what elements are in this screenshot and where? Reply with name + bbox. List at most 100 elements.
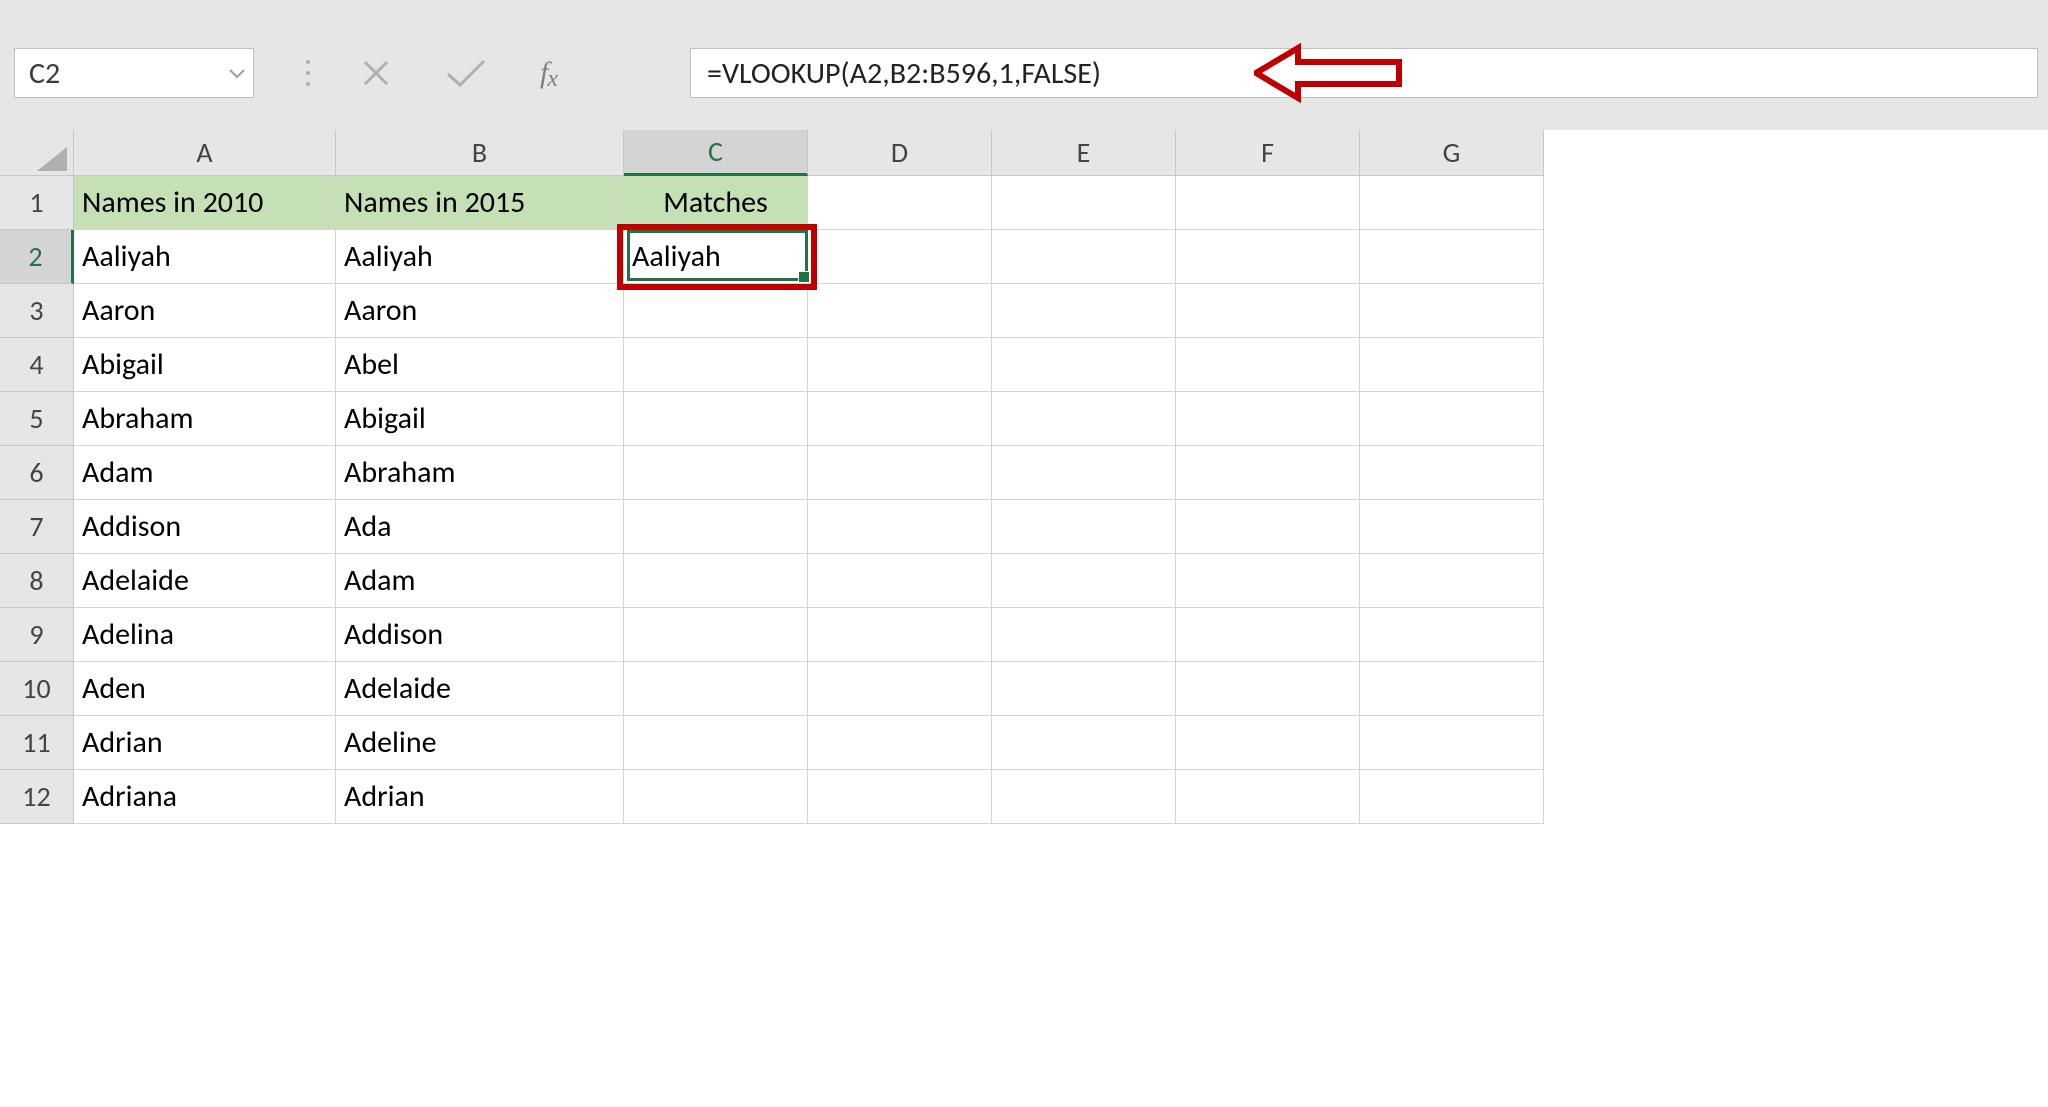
cell-A11[interactable]: Adrian <box>74 716 336 770</box>
cell-E10[interactable] <box>992 662 1176 716</box>
cell-A1[interactable]: Names in 2010 <box>74 176 336 230</box>
cell-F5[interactable] <box>1176 392 1360 446</box>
cell-E12[interactable] <box>992 770 1176 824</box>
cell-G11[interactable] <box>1360 716 1544 770</box>
cell-C7[interactable] <box>624 500 808 554</box>
cell-A6[interactable]: Adam <box>74 446 336 500</box>
cell-A7[interactable]: Addison <box>74 500 336 554</box>
cell-B7[interactable]: Ada <box>336 500 624 554</box>
cell-F9[interactable] <box>1176 608 1360 662</box>
cell-E7[interactable] <box>992 500 1176 554</box>
cell-D5[interactable] <box>808 392 992 446</box>
cell-E3[interactable] <box>992 284 1176 338</box>
cell-G1[interactable] <box>1360 176 1544 230</box>
cell-D11[interactable] <box>808 716 992 770</box>
cell-G12[interactable] <box>1360 770 1544 824</box>
cell-G7[interactable] <box>1360 500 1544 554</box>
cell-G6[interactable] <box>1360 446 1544 500</box>
cell-A9[interactable]: Adelina <box>74 608 336 662</box>
cell-D12[interactable] <box>808 770 992 824</box>
col-header-B[interactable]: B <box>336 130 624 176</box>
cell-D10[interactable] <box>808 662 992 716</box>
cell-B1[interactable]: Names in 2015 <box>336 176 624 230</box>
cell-A12[interactable]: Adriana <box>74 770 336 824</box>
name-box[interactable]: C2 <box>14 48 254 98</box>
cell-B8[interactable]: Adam <box>336 554 624 608</box>
row-header-4[interactable]: 4 <box>0 338 74 392</box>
cell-C10[interactable] <box>624 662 808 716</box>
col-header-G[interactable]: G <box>1360 130 1544 176</box>
cell-C1[interactable]: Matches <box>624 176 808 230</box>
cell-G3[interactable] <box>1360 284 1544 338</box>
cell-E11[interactable] <box>992 716 1176 770</box>
cell-B6[interactable]: Abraham <box>336 446 624 500</box>
cell-A3[interactable]: Aaron <box>74 284 336 338</box>
cell-C12[interactable] <box>624 770 808 824</box>
col-header-E[interactable]: E <box>992 130 1176 176</box>
cell-E5[interactable] <box>992 392 1176 446</box>
row-header-2[interactable]: 2 <box>0 230 74 284</box>
cell-G8[interactable] <box>1360 554 1544 608</box>
cancel-formula-button[interactable] <box>360 57 392 89</box>
cell-F6[interactable] <box>1176 446 1360 500</box>
cell-B10[interactable]: Adelaide <box>336 662 624 716</box>
spreadsheet-grid[interactable]: A B C D E F G 1 Names in 2010 Names in 2… <box>0 130 2048 1107</box>
row-header-5[interactable]: 5 <box>0 392 74 446</box>
cell-B2[interactable]: Aaliyah <box>336 230 624 284</box>
formula-bar-resize-handle[interactable] <box>298 45 318 101</box>
cell-F4[interactable] <box>1176 338 1360 392</box>
enter-formula-button[interactable] <box>444 56 488 90</box>
cell-G2[interactable] <box>1360 230 1544 284</box>
cell-F1[interactable] <box>1176 176 1360 230</box>
row-header-3[interactable]: 3 <box>0 284 74 338</box>
cell-C11[interactable] <box>624 716 808 770</box>
row-header-1[interactable]: 1 <box>0 176 74 230</box>
cell-E6[interactable] <box>992 446 1176 500</box>
cell-A10[interactable]: Aden <box>74 662 336 716</box>
row-header-10[interactable]: 10 <box>0 662 74 716</box>
cell-B12[interactable]: Adrian <box>336 770 624 824</box>
row-header-9[interactable]: 9 <box>0 608 74 662</box>
cell-A2[interactable]: Aaliyah <box>74 230 336 284</box>
cell-G9[interactable] <box>1360 608 1544 662</box>
cell-C4[interactable] <box>624 338 808 392</box>
cell-B5[interactable]: Abigail <box>336 392 624 446</box>
row-header-11[interactable]: 11 <box>0 716 74 770</box>
row-header-6[interactable]: 6 <box>0 446 74 500</box>
cell-A8[interactable]: Adelaide <box>74 554 336 608</box>
cell-B11[interactable]: Adeline <box>336 716 624 770</box>
col-header-D[interactable]: D <box>808 130 992 176</box>
cell-E4[interactable] <box>992 338 1176 392</box>
cell-C2[interactable]: Aaliyah <box>624 230 808 284</box>
cell-E9[interactable] <box>992 608 1176 662</box>
cell-F10[interactable] <box>1176 662 1360 716</box>
cell-C8[interactable] <box>624 554 808 608</box>
cell-D6[interactable] <box>808 446 992 500</box>
cell-C9[interactable] <box>624 608 808 662</box>
cell-A4[interactable]: Abigail <box>74 338 336 392</box>
cell-C3[interactable] <box>624 284 808 338</box>
cell-G5[interactable] <box>1360 392 1544 446</box>
cell-E2[interactable] <box>992 230 1176 284</box>
col-header-C[interactable]: C <box>624 130 808 176</box>
select-all-corner[interactable] <box>0 130 74 176</box>
cell-G10[interactable] <box>1360 662 1544 716</box>
cell-B9[interactable]: Addison <box>336 608 624 662</box>
cell-E1[interactable] <box>992 176 1176 230</box>
cell-B4[interactable]: Abel <box>336 338 624 392</box>
cell-F12[interactable] <box>1176 770 1360 824</box>
cell-F8[interactable] <box>1176 554 1360 608</box>
cell-C5[interactable] <box>624 392 808 446</box>
cell-C6[interactable] <box>624 446 808 500</box>
cell-F11[interactable] <box>1176 716 1360 770</box>
cell-F7[interactable] <box>1176 500 1360 554</box>
row-header-12[interactable]: 12 <box>0 770 74 824</box>
cell-E8[interactable] <box>992 554 1176 608</box>
cell-G4[interactable] <box>1360 338 1544 392</box>
cell-D2[interactable] <box>808 230 992 284</box>
cell-D8[interactable] <box>808 554 992 608</box>
col-header-A[interactable]: A <box>74 130 336 176</box>
cell-D4[interactable] <box>808 338 992 392</box>
cell-B3[interactable]: Aaron <box>336 284 624 338</box>
cell-F2[interactable] <box>1176 230 1360 284</box>
